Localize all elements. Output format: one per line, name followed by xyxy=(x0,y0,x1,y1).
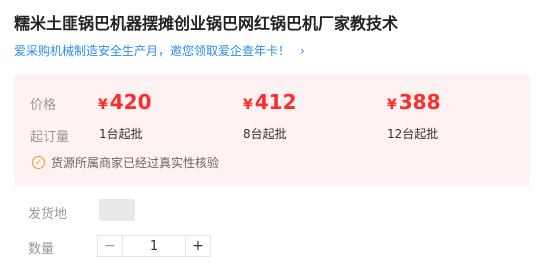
moq-tier-2: 8台起批 xyxy=(243,127,287,141)
quantity-input[interactable] xyxy=(122,236,186,256)
price-value: 412 xyxy=(254,90,297,114)
currency-symbol: ¥ xyxy=(98,97,108,113)
shipping-location-redacted xyxy=(99,199,135,221)
quantity-stepper: − + xyxy=(97,235,211,257)
currency-symbol: ¥ xyxy=(387,97,397,113)
verification-text: 货源所属商家已经过真实性核验 xyxy=(51,156,220,170)
promo-text: 爱采购机械制造安全生产月，邀您领取爱企查年卡！ xyxy=(14,44,291,58)
price-value: 420 xyxy=(109,90,152,114)
shipping-label: 发货地 xyxy=(28,207,68,222)
chevron-right-icon: › xyxy=(300,43,305,58)
decrement-button[interactable]: − xyxy=(98,236,122,256)
price-tier-2: ¥412 xyxy=(243,90,297,114)
moq-label: 起订量 xyxy=(30,130,70,145)
price-value: 388 xyxy=(398,90,441,114)
increment-button[interactable]: + xyxy=(186,236,210,256)
verified-check-icon: ✓ xyxy=(32,156,45,169)
price-tier-3: ¥388 xyxy=(387,90,441,114)
product-title: 糯米土匪锅巴机器摆摊创业锅巴网红锅巴机厂家教技术 xyxy=(14,14,399,33)
moq-tier-3: 12台起批 xyxy=(387,127,439,141)
price-tier-1: ¥420 xyxy=(98,90,152,114)
price-panel: 价格 ¥420 ¥412 ¥388 起订量 1台起批 8台起批 12台起批 ✓ … xyxy=(14,74,530,186)
verification-notice: ✓ 货源所属商家已经过真实性核验 xyxy=(32,154,219,171)
currency-symbol: ¥ xyxy=(243,97,253,113)
quantity-label: 数量 xyxy=(28,242,55,257)
moq-tier-1: 1台起批 xyxy=(99,127,143,141)
price-label: 价格 xyxy=(30,98,57,113)
promo-link[interactable]: 爱采购机械制造安全生产月，邀您领取爱企查年卡！ › xyxy=(14,42,305,59)
